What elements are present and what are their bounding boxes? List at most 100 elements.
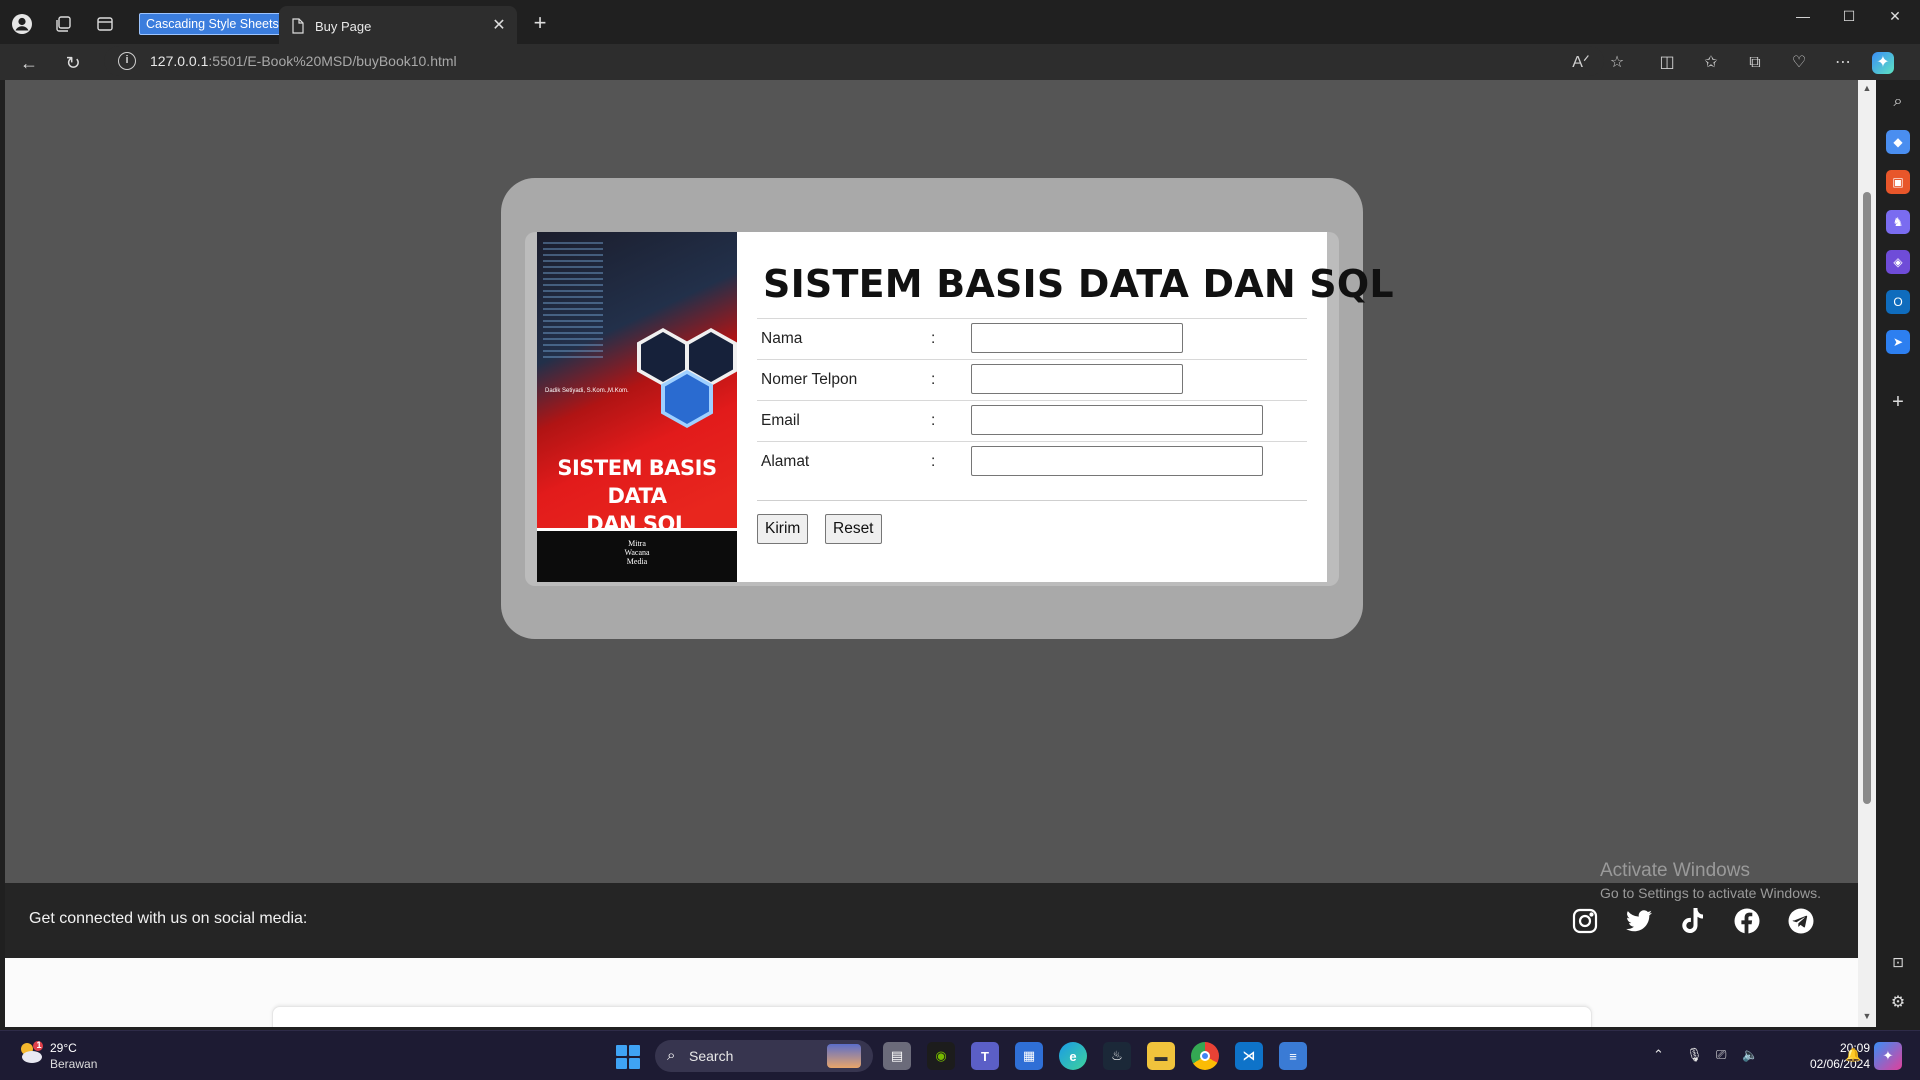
steam-icon[interactable]: ♨ bbox=[1103, 1042, 1131, 1070]
back-icon[interactable]: ← bbox=[16, 50, 42, 76]
tab-buy-page[interactable]: Buy Page ✕ bbox=[279, 6, 517, 48]
more-options-icon[interactable]: ⋯ bbox=[1832, 52, 1854, 74]
browser-toolbar: Aᐟ ☆ ◫ ✩ ⧉ ♡ ⋯ ✦ bbox=[1570, 52, 1894, 74]
form-row-alamat: Alamat : bbox=[757, 441, 1307, 482]
split-screen-icon[interactable]: ◫ bbox=[1656, 52, 1678, 74]
drop-icon[interactable]: ➤ bbox=[1886, 330, 1910, 354]
workspaces-icon[interactable] bbox=[51, 12, 75, 36]
copilot-icon[interactable]: ✦ bbox=[1872, 52, 1894, 74]
nvidia-icon[interactable]: ◉ bbox=[927, 1042, 955, 1070]
social-footer: Get connected with us on social media: bbox=[5, 883, 1858, 958]
browser-essentials-icon[interactable]: ♡ bbox=[1788, 52, 1810, 74]
footer-text: Get connected with us on social media: bbox=[29, 910, 308, 927]
chrome-icon[interactable] bbox=[1191, 1042, 1219, 1070]
microphone-icon[interactable]: 🎙 bbox=[1686, 1047, 1703, 1063]
purchase-card: Dadik Setiyadi, S.Kom.,M.Kom. SISTEM BAS… bbox=[501, 178, 1394, 639]
field-label: Email bbox=[761, 412, 800, 429]
weather-widget[interactable]: 1 29°C Berawan bbox=[18, 1040, 97, 1071]
address-bar: ← ↻ i 127.0.0.1:5501/E-Book%20MSD/buyBoo… bbox=[0, 44, 1920, 80]
submit-button[interactable]: Kirim bbox=[757, 514, 809, 544]
refresh-icon[interactable]: ↻ bbox=[60, 50, 86, 76]
tab-cascading-style-sheets[interactable]: Cascading Style Sheets bbox=[139, 13, 286, 35]
task-view-icon[interactable]: ▤ bbox=[883, 1042, 911, 1070]
reset-button[interactable]: Reset bbox=[825, 514, 882, 544]
tools-icon[interactable]: ▣ bbox=[1886, 170, 1910, 194]
minimize-icon[interactable]: — bbox=[1780, 0, 1826, 32]
edge-icon[interactable]: e bbox=[1059, 1042, 1087, 1070]
temperature: 29°C bbox=[50, 1041, 77, 1055]
search-icon[interactable]: ⌕ bbox=[1886, 90, 1910, 114]
instagram-icon[interactable] bbox=[1571, 907, 1599, 935]
page-lower-section bbox=[5, 958, 1858, 1027]
site-info-icon[interactable]: i bbox=[118, 52, 136, 70]
favorites-icon[interactable]: ✩ bbox=[1700, 52, 1722, 74]
field-label: Nomer Telpon bbox=[761, 371, 858, 388]
scroll-thumb[interactable] bbox=[1863, 192, 1871, 804]
notepad-icon[interactable]: ≡ bbox=[1279, 1042, 1307, 1070]
file-explorer-icon[interactable]: ▬ bbox=[1147, 1042, 1175, 1070]
games-icon[interactable]: ♞ bbox=[1886, 210, 1910, 234]
profile-icon[interactable] bbox=[10, 12, 34, 36]
notification-bell-icon[interactable]: 🔔 bbox=[1845, 1047, 1861, 1063]
read-aloud-icon[interactable]: Aᐟ bbox=[1570, 52, 1592, 74]
add-sidebar-item-icon[interactable]: + bbox=[1886, 390, 1910, 414]
hide-sidebar-icon[interactable]: ⊡ bbox=[1886, 950, 1910, 974]
maximize-icon[interactable]: ☐ bbox=[1826, 0, 1872, 32]
network-icon[interactable]: ⎚ bbox=[1716, 1047, 1726, 1063]
publisher-logo: Mitra Wacana Media bbox=[624, 539, 650, 566]
nama-input[interactable] bbox=[971, 323, 1183, 353]
book-cover-title: SISTEM BASIS DATA DAN SQL bbox=[557, 456, 717, 536]
show-hidden-icons[interactable]: ⌃ bbox=[1653, 1047, 1664, 1063]
page-viewport: Dadik Setiyadi, S.Kom.,M.Kom. SISTEM BAS… bbox=[5, 80, 1858, 1027]
book-cover-image: Dadik Setiyadi, S.Kom.,M.Kom. SISTEM BAS… bbox=[537, 232, 737, 582]
browser-titlebar: Cascading Style Sheets Buy Page ✕ + — ☐ … bbox=[0, 0, 1920, 48]
favorite-star-icon[interactable]: ☆ bbox=[1606, 52, 1628, 74]
purchase-form: SISTEM BASIS DATA DAN SQL Nama : Nomer T… bbox=[737, 232, 1394, 582]
taskbar-search[interactable]: ⌕ Search bbox=[655, 1040, 873, 1072]
form-row-nama: Nama : bbox=[757, 318, 1307, 359]
edge-sidebar: ⌕ ◆ ▣ ♞ ◈ O ➤ + ⊡ ⚙ bbox=[1876, 80, 1920, 1030]
collections-icon[interactable]: ⧉ bbox=[1744, 52, 1766, 74]
page-scrollbar[interactable]: ▲ ▼ bbox=[1858, 80, 1876, 1027]
url-host: 127.0.0.1 bbox=[150, 53, 209, 69]
teams-icon[interactable]: T bbox=[971, 1042, 999, 1070]
volume-icon[interactable]: 🔈 bbox=[1742, 1047, 1758, 1063]
purchase-inner-card: Dadik Setiyadi, S.Kom.,M.Kom. SISTEM BAS… bbox=[525, 232, 1394, 586]
close-tab-icon[interactable]: ✕ bbox=[489, 16, 509, 36]
scroll-up-arrow[interactable]: ▲ bbox=[1862, 83, 1872, 93]
form-row-nomer-telpon: Nomer Telpon : bbox=[757, 359, 1307, 400]
telegram-icon[interactable] bbox=[1787, 907, 1815, 935]
tab-actions-icon[interactable] bbox=[93, 12, 117, 36]
search-icon: ⌕ bbox=[667, 1047, 676, 1064]
scroll-down-arrow[interactable]: ▼ bbox=[1862, 1011, 1872, 1021]
windows-taskbar: 1 29°C Berawan ⌕ Search ▤ ◉ T ▦ e ♨ ▬ ⋊ … bbox=[0, 1030, 1920, 1080]
tab-title: Buy Page bbox=[315, 19, 372, 34]
book-author: Dadik Setiyadi, S.Kom.,M.Kom. bbox=[545, 388, 629, 394]
url-path: :5501/E-Book%20MSD/buyBook10.html bbox=[208, 53, 457, 69]
document-icon bbox=[291, 18, 305, 39]
vscode-icon[interactable]: ⋊ bbox=[1235, 1042, 1263, 1070]
weather-condition: Berawan bbox=[50, 1057, 98, 1071]
close-window-icon[interactable]: ✕ bbox=[1872, 0, 1918, 32]
copilot-taskbar-icon[interactable]: ✦ bbox=[1874, 1042, 1902, 1070]
activate-windows-watermark: Activate Windows Go to Settings to activ… bbox=[1600, 860, 1821, 901]
field-label: Alamat bbox=[761, 453, 810, 470]
email-input[interactable] bbox=[971, 405, 1263, 435]
page-title: SISTEM BASIS DATA DAN SQL bbox=[763, 262, 1394, 306]
address-input[interactable] bbox=[971, 446, 1263, 476]
sidebar-settings-icon[interactable]: ⚙ bbox=[1886, 990, 1910, 1014]
shopping-icon[interactable]: ◆ bbox=[1886, 130, 1910, 154]
twitter-icon[interactable] bbox=[1625, 907, 1653, 935]
url-field[interactable]: i 127.0.0.1:5501/E-Book%20MSD/buyBook10.… bbox=[104, 46, 1604, 76]
microsoft-365-icon[interactable]: ◈ bbox=[1886, 250, 1910, 274]
phone-input[interactable] bbox=[971, 364, 1183, 394]
windows-start-icon[interactable] bbox=[616, 1045, 640, 1069]
facebook-icon[interactable] bbox=[1733, 907, 1761, 935]
weather-badge: 1 bbox=[36, 1040, 42, 1050]
new-tab-icon[interactable]: + bbox=[528, 12, 552, 36]
tiktok-icon[interactable] bbox=[1679, 907, 1707, 935]
field-label: Nama bbox=[761, 330, 803, 347]
form-divider bbox=[757, 500, 1307, 501]
microsoft-store-icon[interactable]: ▦ bbox=[1015, 1042, 1043, 1070]
outlook-icon[interactable]: O bbox=[1886, 290, 1910, 314]
